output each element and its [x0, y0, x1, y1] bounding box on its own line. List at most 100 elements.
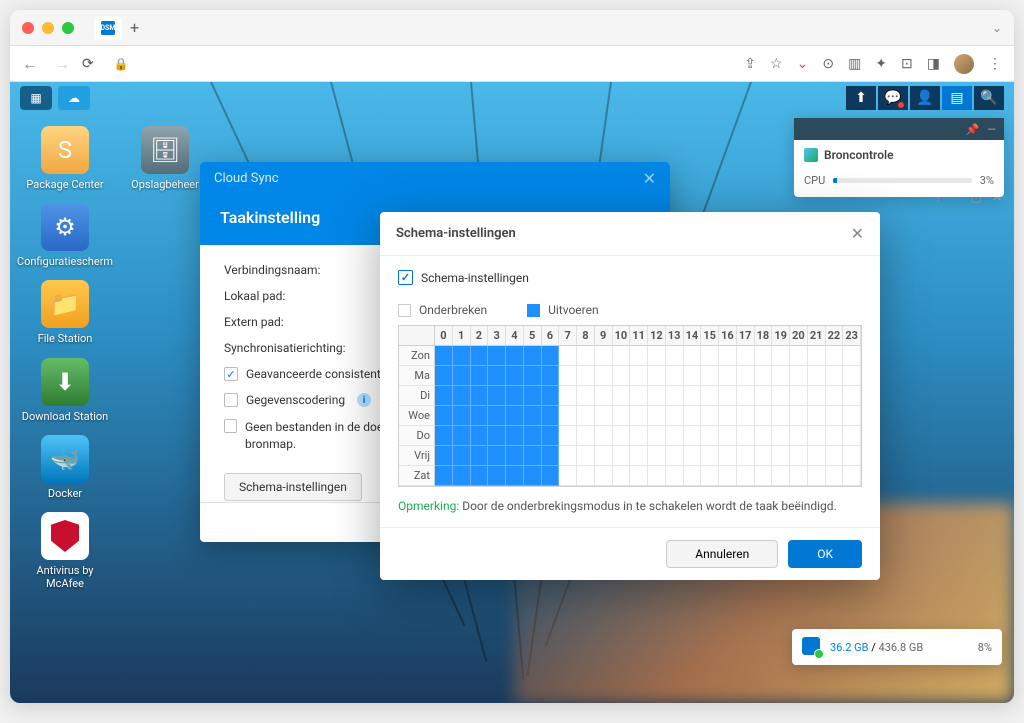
taskbar-notifications-icon[interactable]: 💬 [878, 86, 908, 110]
schedule-cell[interactable] [542, 426, 560, 446]
schedule-cell[interactable] [524, 346, 542, 366]
window-close-button[interactable] [22, 22, 34, 34]
schedule-cell[interactable] [701, 406, 719, 426]
desktop-icon-antivirus[interactable]: Antivirus by McAfee [20, 512, 110, 590]
schedule-cell[interactable] [488, 466, 506, 486]
hour-header-6[interactable]: 6 [542, 326, 560, 346]
legend-pause-swatch[interactable] [398, 304, 411, 317]
schedule-cell[interactable] [737, 346, 755, 366]
schedule-cell[interactable] [542, 406, 560, 426]
cancel-button[interactable]: Annuleren [666, 540, 778, 568]
schedule-cell[interactable] [666, 366, 684, 386]
schedule-cell[interactable] [826, 426, 844, 446]
schedule-cell[interactable] [808, 426, 826, 446]
taskbar-cloudsync-icon[interactable]: ☁ [58, 86, 90, 110]
schedule-cell[interactable] [595, 366, 613, 386]
schedule-cell[interactable] [790, 466, 808, 486]
schedule-cell[interactable] [559, 466, 577, 486]
hour-header-23[interactable]: 23 [843, 326, 861, 346]
schedule-cell[interactable] [488, 366, 506, 386]
schedule-cell[interactable] [630, 406, 648, 426]
schedule-cell[interactable] [577, 366, 595, 386]
schedule-cell[interactable] [648, 366, 666, 386]
schedule-cell[interactable] [453, 386, 471, 406]
schedule-cell[interactable] [471, 466, 489, 486]
downloads-icon[interactable]: ⊡ [901, 56, 913, 72]
forward-button[interactable]: → [54, 54, 70, 74]
day-label-Ma[interactable]: Ma [399, 366, 435, 386]
hour-header-18[interactable]: 18 [755, 326, 773, 346]
schedule-cell[interactable] [826, 386, 844, 406]
schedule-cell[interactable] [524, 466, 542, 486]
window-zoom-button[interactable] [62, 22, 74, 34]
cloudsync-close-icon[interactable]: ✕ [643, 169, 656, 188]
hour-header-17[interactable]: 17 [737, 326, 755, 346]
schedule-cell[interactable] [701, 446, 719, 466]
schedule-cell[interactable] [843, 406, 861, 426]
schedule-cell[interactable] [577, 446, 595, 466]
reload-button[interactable]: ⟳ [82, 56, 94, 72]
desktop-icon-config-panel[interactable]: ⚙Configuratiescherm [20, 203, 110, 268]
schedule-cell[interactable] [577, 386, 595, 406]
hour-header-19[interactable]: 19 [772, 326, 790, 346]
schedule-cell[interactable] [559, 386, 577, 406]
schedule-cell[interactable] [630, 446, 648, 466]
schedule-cell[interactable] [719, 346, 737, 366]
schedule-cell[interactable] [506, 346, 524, 366]
schedule-cell[interactable] [613, 386, 631, 406]
schedule-cell[interactable] [506, 446, 524, 466]
storage-widget[interactable]: 36.2 GB / 436.8 GB 8% [792, 629, 1002, 665]
schedule-cell[interactable] [719, 426, 737, 446]
hour-header-20[interactable]: 20 [790, 326, 808, 346]
checkbox-advanced-consistency[interactable] [224, 367, 238, 381]
schedule-grid[interactable]: 01234567891011121314151617181920212223Zo… [398, 325, 862, 487]
taskbar-search-icon[interactable]: 🔍 [974, 86, 1004, 110]
schedule-cell[interactable] [790, 386, 808, 406]
schedule-cell[interactable] [488, 446, 506, 466]
schedule-cell[interactable] [613, 466, 631, 486]
schedule-cell[interactable] [630, 466, 648, 486]
schedule-cell[interactable] [790, 346, 808, 366]
schedule-cell[interactable] [666, 406, 684, 426]
schedule-cell[interactable] [471, 346, 489, 366]
schedule-cell[interactable] [524, 366, 542, 386]
hour-header-15[interactable]: 15 [701, 326, 719, 346]
day-label-Zon[interactable]: Zon [399, 346, 435, 366]
hour-header-4[interactable]: 4 [506, 326, 524, 346]
schedule-cell[interactable] [524, 426, 542, 446]
schedule-cell[interactable] [737, 406, 755, 426]
schedule-cell[interactable] [648, 446, 666, 466]
schedule-cell[interactable] [772, 466, 790, 486]
schedule-cell[interactable] [595, 386, 613, 406]
schedule-cell[interactable] [790, 446, 808, 466]
hour-header-16[interactable]: 16 [719, 326, 737, 346]
schedule-cell[interactable] [471, 446, 489, 466]
schedule-cell[interactable] [435, 366, 453, 386]
schedule-cell[interactable] [453, 406, 471, 426]
taskbar-upload-icon[interactable]: ⬆ [846, 86, 876, 110]
schedule-cell[interactable] [684, 346, 702, 366]
schedule-cell[interactable] [577, 426, 595, 446]
hour-header-12[interactable]: 12 [648, 326, 666, 346]
taskbar-user-icon[interactable]: 👤 [910, 86, 940, 110]
schedule-cell[interactable] [613, 346, 631, 366]
schedule-cell[interactable] [453, 366, 471, 386]
schedule-cell[interactable] [577, 406, 595, 426]
schedule-cell[interactable] [666, 466, 684, 486]
schedule-cell[interactable] [755, 406, 773, 426]
schedule-cell[interactable] [826, 466, 844, 486]
schedule-cell[interactable] [719, 366, 737, 386]
schedule-cell[interactable] [684, 426, 702, 446]
schedule-cell[interactable] [737, 386, 755, 406]
schedule-cell[interactable] [559, 346, 577, 366]
schedule-cell[interactable] [684, 446, 702, 466]
schedule-cell[interactable] [471, 366, 489, 386]
schedule-cell[interactable] [613, 426, 631, 446]
desktop-icon-storage-manager[interactable]: 🗄Opslagbeheer [120, 126, 210, 191]
schedule-cell[interactable] [542, 346, 560, 366]
profile-avatar[interactable] [954, 54, 974, 74]
schedule-cell[interactable] [630, 386, 648, 406]
schedule-cell[interactable] [843, 386, 861, 406]
schedule-cell[interactable] [772, 346, 790, 366]
schedule-cell[interactable] [737, 426, 755, 446]
